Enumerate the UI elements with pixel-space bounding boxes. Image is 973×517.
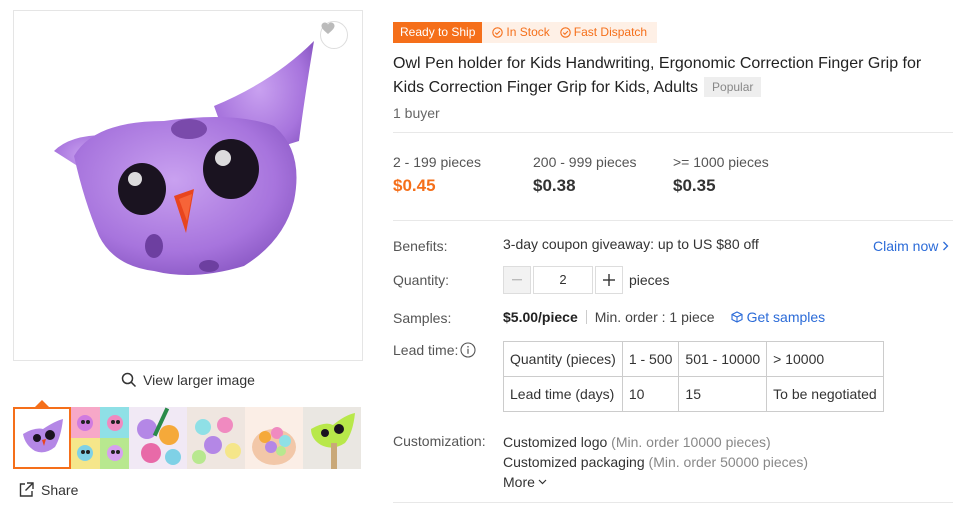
more-label: More bbox=[503, 474, 535, 490]
check-circle-icon bbox=[560, 27, 571, 38]
customization-note: (Min. order 50000 pieces) bbox=[648, 454, 809, 470]
buyer-count: 1 buyer bbox=[393, 105, 440, 121]
thumbnail-5[interactable] bbox=[245, 407, 303, 469]
table-cell: 15 bbox=[678, 376, 768, 412]
divider bbox=[393, 132, 953, 133]
tier-quantity: >= 1000 pieces bbox=[673, 154, 769, 170]
active-thumbnail-pointer bbox=[35, 400, 49, 407]
get-samples-link[interactable]: Get samples bbox=[731, 309, 826, 325]
price-tier: 200 - 999 pieces $0.38 bbox=[533, 154, 673, 196]
heart-icon bbox=[321, 22, 335, 34]
get-samples-label: Get samples bbox=[746, 309, 826, 325]
more-button[interactable]: More bbox=[503, 472, 547, 492]
table-cell: 1 - 500 bbox=[621, 341, 680, 377]
quantity-label: Quantity: bbox=[393, 272, 450, 288]
benefits-label: Benefits: bbox=[393, 238, 448, 254]
samples-row: $5.00/piece Min. order : 1 piece Get sam… bbox=[503, 309, 825, 325]
list-item: Customized packaging (Min. order 50000 p… bbox=[503, 452, 808, 472]
plus-icon bbox=[603, 274, 615, 286]
benefit-text: 3-day coupon giveaway: up to US $80 off bbox=[503, 236, 759, 252]
tier-price: $0.45 bbox=[393, 176, 436, 195]
favorite-button[interactable] bbox=[320, 21, 348, 49]
tier-quantity: 200 - 999 pieces bbox=[533, 154, 637, 170]
divider bbox=[585, 310, 587, 324]
share-button[interactable]: Share bbox=[18, 481, 78, 498]
divider bbox=[393, 220, 953, 221]
quantity-unit: pieces bbox=[629, 272, 670, 288]
list-item: Customized logo (Min. order 10000 pieces… bbox=[503, 432, 808, 452]
claim-now-link[interactable]: Claim now bbox=[873, 238, 949, 254]
decrement-button[interactable] bbox=[503, 266, 531, 294]
price-tiers: 2 - 199 pieces $0.45 200 - 999 pieces $0… bbox=[393, 154, 813, 196]
table-cell: 10 bbox=[621, 376, 680, 412]
increment-button[interactable] bbox=[595, 266, 623, 294]
customization-list: Customized logo (Min. order 10000 pieces… bbox=[503, 432, 808, 492]
table-cell: Lead time (days) bbox=[503, 376, 623, 412]
view-larger-image-link[interactable]: View larger image bbox=[13, 372, 363, 388]
divider bbox=[393, 502, 953, 503]
in-stock-label: In Stock bbox=[506, 25, 550, 39]
chevron-right-icon bbox=[943, 241, 949, 251]
lead-time-table: Quantity (pieces) 1 - 500 501 - 10000 > … bbox=[503, 341, 885, 412]
main-product-image[interactable] bbox=[13, 10, 363, 361]
product-title: Owl Pen holder for Kids Handwriting, Erg… bbox=[393, 52, 953, 100]
box-icon bbox=[731, 311, 743, 323]
info-icon[interactable] bbox=[460, 342, 476, 358]
thumbnail-strip bbox=[13, 407, 363, 469]
thumbnail-1[interactable] bbox=[13, 407, 71, 469]
minus-icon bbox=[512, 279, 522, 281]
ready-to-ship-badge: Ready to Ship bbox=[393, 22, 483, 43]
thumbnail-3[interactable] bbox=[129, 407, 187, 469]
tier-price: $0.38 bbox=[533, 176, 576, 195]
quantity-stepper: 2 pieces bbox=[503, 266, 669, 294]
claim-now-label: Claim now bbox=[873, 238, 939, 254]
tier-quantity: 2 - 199 pieces bbox=[393, 154, 481, 170]
customization-note: (Min. order 10000 pieces) bbox=[611, 434, 771, 450]
table-cell: Quantity (pieces) bbox=[503, 341, 623, 377]
table-row: Lead time (days) 10 15 To be negotiated bbox=[503, 376, 885, 412]
sample-min-order: Min. order : 1 piece bbox=[594, 309, 715, 325]
owl-grip-illustration bbox=[54, 41, 314, 275]
lead-time-label-group: Lead time: bbox=[393, 342, 476, 358]
tier-price: $0.35 bbox=[673, 176, 716, 195]
thumbnail-4[interactable] bbox=[187, 407, 245, 469]
popular-tag: Popular bbox=[704, 77, 762, 97]
quantity-input[interactable]: 2 bbox=[533, 266, 593, 294]
table-cell: 501 - 10000 bbox=[678, 341, 768, 377]
table-cell: To be negotiated bbox=[766, 376, 885, 412]
table-row: Quantity (pieces) 1 - 500 501 - 10000 > … bbox=[503, 341, 885, 377]
chevron-down-icon bbox=[538, 479, 547, 485]
fast-dispatch-label: Fast Dispatch bbox=[573, 25, 648, 39]
stock-dispatch-badge: In Stock Fast Dispatch bbox=[482, 22, 658, 43]
lead-time-label: Lead time: bbox=[393, 342, 459, 358]
share-icon bbox=[19, 482, 34, 497]
price-tier: 2 - 199 pieces $0.45 bbox=[393, 154, 533, 196]
product-title-text: Owl Pen holder for Kids Handwriting, Erg… bbox=[393, 55, 922, 96]
price-tier: >= 1000 pieces $0.35 bbox=[673, 154, 813, 196]
table-cell: > 10000 bbox=[766, 341, 885, 377]
customization-name: Customized packaging bbox=[503, 454, 645, 470]
sample-price: $5.00/piece bbox=[503, 309, 578, 325]
status-badges: Ready to Ship In Stock Fast Dispatch bbox=[393, 22, 658, 43]
view-larger-label: View larger image bbox=[143, 372, 255, 388]
check-circle-icon bbox=[492, 27, 504, 38]
customization-name: Customized logo bbox=[503, 434, 608, 450]
share-label: Share bbox=[41, 481, 79, 498]
samples-label: Samples: bbox=[393, 310, 452, 326]
magnifier-icon bbox=[121, 372, 137, 388]
customization-label: Customization: bbox=[393, 433, 486, 449]
thumbnail-2[interactable] bbox=[71, 407, 129, 469]
thumbnail-6[interactable] bbox=[303, 407, 361, 469]
